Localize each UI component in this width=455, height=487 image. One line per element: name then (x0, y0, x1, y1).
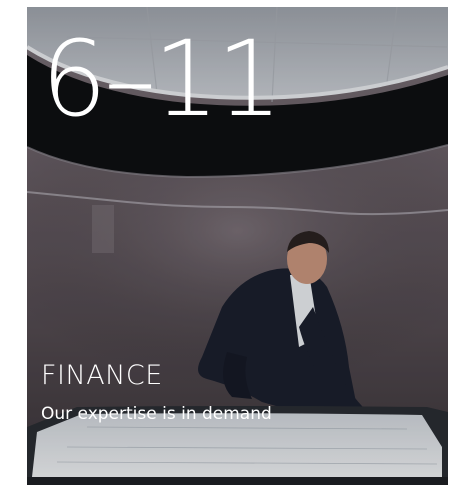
finance-teaser-card[interactable]: 6–11 FINANCE Our expertise is in demand (27, 7, 448, 485)
page-range-label: 6–11 (41, 18, 283, 140)
section-subtitle: Our expertise is in demand (41, 404, 272, 424)
section-title[interactable]: FINANCE (41, 362, 163, 389)
